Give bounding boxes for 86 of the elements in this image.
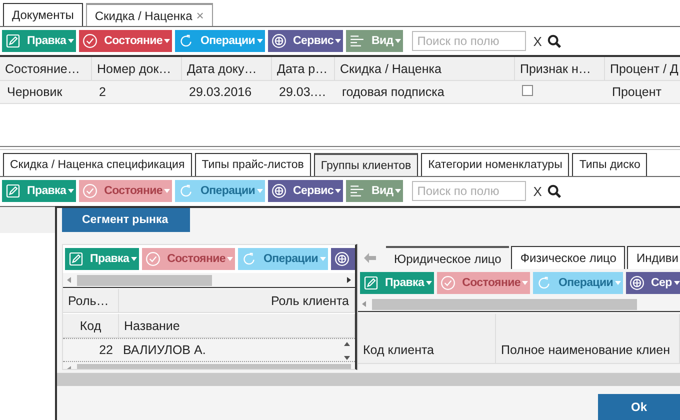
gear-icon	[271, 33, 287, 49]
search-field[interactable]: Поиск по полю	[412, 31, 526, 51]
checkbox[interactable]	[522, 85, 533, 96]
column-header[interactable]: Признак н…	[515, 57, 605, 81]
refresh-icon	[241, 251, 258, 267]
table-cell: 29.03.…	[279, 85, 326, 99]
catalog-tab[interactable]: Скидка / Наценка спецификация	[3, 153, 192, 176]
column-header[interactable]: Дата р…	[272, 57, 335, 81]
caret-icon	[320, 257, 326, 261]
refresh-icon	[178, 183, 194, 199]
caret-icon	[164, 189, 170, 193]
caret-icon	[131, 257, 138, 261]
list-icon	[349, 183, 366, 199]
caret-icon	[227, 257, 234, 261]
service-menu-button[interactable]	[331, 248, 355, 270]
catalog-tab[interactable]: Типы прайс-листов	[194, 153, 311, 176]
dialog-title: Сегмент рынка	[62, 208, 190, 232]
column-header[interactable]: Состояние…	[0, 57, 92, 81]
check-circle-icon	[82, 183, 98, 199]
column-header[interactable]: Номер док…	[92, 57, 182, 81]
scroll-arrows-icon[interactable]	[343, 340, 351, 360]
client-type-tab[interactable]: Индиви	[627, 246, 680, 269]
catalog-tab[interactable]: Типы диско	[572, 153, 648, 176]
column-header[interactable]: Скидка / Наценка	[335, 57, 515, 81]
caret-icon	[674, 281, 680, 285]
scroll-right-icon[interactable]	[347, 277, 351, 283]
scroll-left-icon[interactable]	[362, 301, 366, 307]
table-cell: годовая подписка	[342, 85, 444, 99]
search-field[interactable]: Поиск по полю	[412, 181, 526, 201]
document-tab[interactable]: Скидка / Наценка ×	[86, 3, 213, 26]
caret-icon	[395, 39, 402, 43]
caret-icon	[335, 189, 342, 193]
refresh-icon	[178, 33, 194, 49]
column-header[interactable]: Код клиента	[358, 314, 496, 364]
caret-icon	[426, 281, 432, 285]
pencil-icon	[363, 275, 379, 291]
column-header[interactable]: Роль…	[63, 289, 119, 313]
client-type-tab[interactable]: Физическое лицо	[511, 246, 626, 269]
scroll-left-icon[interactable]	[67, 277, 71, 283]
close-icon[interactable]: ×	[196, 8, 204, 23]
scrollbar[interactable]	[63, 273, 355, 288]
ok-button[interactable]: Ok	[598, 394, 680, 420]
gear-icon	[271, 183, 287, 199]
column-header[interactable]: Роль клиента	[119, 289, 355, 313]
table-cell: 22	[99, 343, 113, 357]
catalog-tab[interactable]: Группы клиентов	[314, 153, 418, 176]
scrollbar[interactable]	[358, 297, 680, 312]
check-circle-icon	[82, 33, 98, 49]
service-menu-button[interactable]: Сервис	[268, 30, 344, 52]
service-menu-button[interactable]: Сервис	[268, 180, 344, 202]
table-cell: 2	[99, 85, 106, 99]
table-cell: ВАЛИУЛОВ А.	[123, 343, 206, 357]
pencil-icon	[5, 183, 21, 199]
caret-icon	[395, 189, 402, 193]
gear-icon	[629, 275, 645, 291]
caret-icon	[68, 39, 74, 43]
column-header[interactable]: Название	[119, 314, 355, 338]
caret-icon	[522, 281, 528, 285]
caret-icon	[335, 39, 342, 43]
column-header[interactable]: Полное наименование клиен	[496, 314, 680, 364]
service-menu-button[interactable]: Сер	[626, 272, 680, 294]
catalog-tab[interactable]: Категории номенклатуры	[421, 153, 570, 176]
gear-icon	[334, 251, 350, 267]
state-menu-button[interactable]: Состояние	[79, 30, 172, 52]
table-cell: Черновик	[7, 85, 62, 99]
column-header[interactable]: Процент / Д	[605, 57, 680, 81]
check-circle-icon	[440, 275, 456, 291]
clear-button[interactable]: X	[531, 34, 544, 48]
caret-icon	[257, 189, 263, 193]
caret-icon	[615, 281, 621, 285]
clear-button[interactable]: X	[531, 184, 544, 198]
table-cell: Процент	[612, 85, 662, 99]
search-icon[interactable]	[546, 184, 562, 198]
search-icon[interactable]	[546, 34, 562, 48]
refresh-icon	[536, 275, 552, 291]
caret-icon	[68, 189, 74, 193]
caret-icon	[164, 39, 170, 43]
table-cell: 29.03.2016	[189, 85, 252, 99]
column-header[interactable]: Код	[63, 314, 119, 338]
column-header[interactable]: Дата доку…	[182, 57, 272, 81]
document-tab[interactable]: Документы	[3, 3, 83, 26]
caret-icon	[257, 39, 263, 43]
pencil-icon	[5, 33, 21, 49]
list-icon	[349, 33, 366, 49]
pencil-icon	[68, 251, 84, 267]
check-circle-icon	[145, 251, 162, 267]
